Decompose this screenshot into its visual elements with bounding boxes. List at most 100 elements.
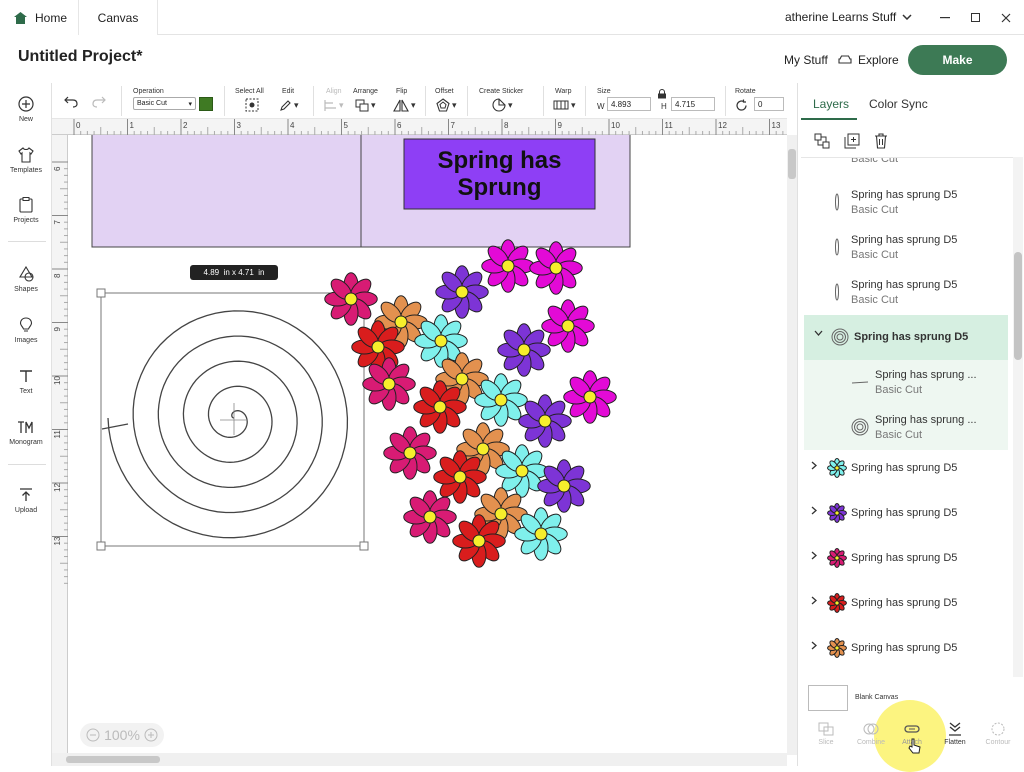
flower-shape[interactable]: [452, 514, 506, 568]
zoom-in-icon[interactable]: [144, 728, 158, 742]
selection-handle[interactable]: [359, 541, 369, 551]
close-icon[interactable]: [994, 8, 1018, 28]
chevron-right-icon[interactable]: [811, 551, 817, 560]
spiral-rose-shape[interactable]: [101, 310, 349, 539]
ruler-label: 8: [504, 121, 509, 130]
tab-layers[interactable]: Layers: [813, 97, 849, 111]
tab-color-sync[interactable]: Color Sync: [869, 97, 928, 111]
flower-shape[interactable]: [481, 239, 535, 293]
layer-group[interactable]: Spring has sprung D5: [801, 491, 1013, 536]
contour-label: Contour: [985, 739, 1011, 746]
scrollbar-thumb[interactable]: [1014, 252, 1022, 360]
select-all-icon[interactable]: [245, 98, 259, 112]
layers-scrollbar[interactable]: [1013, 157, 1023, 677]
arrange-icon[interactable]: ▾: [355, 98, 376, 112]
contour-button[interactable]: Contour: [978, 722, 1018, 746]
flower-shape[interactable]: [497, 323, 551, 377]
flower-shape[interactable]: [827, 503, 847, 523]
scrollbar-thumb[interactable]: [66, 756, 160, 763]
flower-shape[interactable]: [541, 299, 595, 353]
tab-canvas[interactable]: Canvas: [78, 0, 158, 35]
flower-shape[interactable]: [563, 370, 617, 424]
flip-icon[interactable]: ▾: [393, 98, 416, 112]
make-button[interactable]: Make: [908, 45, 1007, 75]
layer-item[interactable]: Spring has sprung D5 Basic Cut: [801, 270, 1013, 315]
tab-home[interactable]: Home: [0, 0, 78, 35]
minimize-icon[interactable]: [933, 8, 957, 28]
tool-templates[interactable]: Templates: [0, 146, 52, 174]
layer-item[interactable]: Spring has sprung ... Basic Cut: [804, 360, 1008, 405]
design-canvas[interactable]: Spring has Sprung 4.89 in x 4.71 in: [68, 135, 785, 753]
warp-icon[interactable]: ▾: [553, 98, 576, 112]
chevron-right-icon[interactable]: [811, 596, 817, 605]
my-stuff-link[interactable]: My Stuff: [784, 53, 828, 67]
duplicate-icon[interactable]: [843, 132, 861, 150]
flower-shape[interactable]: [383, 426, 437, 480]
layer-group[interactable]: Spring has sprung D5: [801, 581, 1013, 626]
rotate-input[interactable]: 0: [754, 97, 784, 111]
tool-images[interactable]: Images: [0, 316, 52, 344]
account-menu[interactable]: atherine Learns Stuff: [785, 10, 912, 24]
sign-text[interactable]: Spring has Sprung: [404, 139, 595, 209]
layer-group-selected[interactable]: Spring has sprung D5: [804, 315, 1008, 360]
layer-group[interactable]: Spring has sprung D5: [801, 446, 1013, 491]
sticker-icon[interactable]: ▾: [492, 98, 513, 112]
flower-shape[interactable]: [435, 265, 489, 319]
delete-icon[interactable]: [872, 132, 890, 150]
chevron-down-icon[interactable]: [814, 330, 823, 336]
flower-shape[interactable]: [362, 357, 416, 411]
redo-icon[interactable]: [92, 95, 106, 109]
layer-item[interactable]: Basic Cut: [801, 158, 1013, 176]
explore-link[interactable]: Explore: [838, 53, 899, 67]
tool-upload[interactable]: Upload: [0, 486, 52, 514]
operation-color-swatch[interactable]: [199, 97, 213, 111]
selection-box[interactable]: [100, 292, 365, 547]
blank-canvas-swatch[interactable]: [808, 685, 848, 711]
layer-item[interactable]: Spring has sprung D5 Basic Cut: [801, 180, 1013, 225]
combine-button[interactable]: Combine: [851, 722, 891, 746]
flower-shape[interactable]: [827, 638, 847, 658]
undo-icon[interactable]: [64, 95, 78, 109]
flower-shape[interactable]: [827, 593, 847, 613]
flower-shape[interactable]: [433, 450, 487, 504]
height-input[interactable]: 4.715: [671, 97, 715, 111]
tool-new[interactable]: New: [0, 95, 52, 123]
group-icon[interactable]: [813, 132, 831, 150]
canvas-vertical-scrollbar[interactable]: [787, 135, 797, 755]
flower-shape[interactable]: [324, 272, 378, 326]
layer-item[interactable]: Spring has sprung ... Basic Cut: [804, 405, 1008, 450]
flower-shape[interactable]: [403, 490, 457, 544]
chevron-right-icon[interactable]: [811, 506, 817, 515]
tool-projects[interactable]: Projects: [0, 196, 52, 224]
width-input[interactable]: 4.893: [607, 97, 651, 111]
tool-monogram[interactable]: Monogram: [0, 418, 52, 446]
flower-shape[interactable]: [827, 458, 847, 478]
flower-shape[interactable]: [518, 394, 572, 448]
flatten-button[interactable]: Flatten: [935, 722, 975, 746]
chevron-right-icon[interactable]: [811, 641, 817, 650]
slice-button[interactable]: Slice: [806, 722, 846, 746]
align-icon[interactable]: ▾: [324, 98, 344, 112]
operation-select[interactable]: Basic Cut ▾: [133, 97, 196, 110]
selection-handle[interactable]: [96, 541, 106, 551]
flower-shape[interactable]: [413, 380, 467, 434]
chevron-right-icon[interactable]: [811, 461, 817, 470]
edit-pencil-icon[interactable]: ▾: [279, 98, 299, 112]
tool-shapes[interactable]: Shapes: [0, 265, 52, 293]
zoom-out-icon[interactable]: [86, 728, 100, 742]
scrollbar-thumb[interactable]: [788, 149, 796, 179]
canvas-horizontal-scrollbar[interactable]: [52, 753, 787, 766]
flower-shape[interactable]: [529, 241, 583, 295]
selection-handle[interactable]: [96, 288, 106, 298]
layer-item[interactable]: Spring has sprung D5 Basic Cut: [801, 225, 1013, 270]
flower-shape[interactable]: [514, 507, 568, 561]
layer-group[interactable]: Spring has sprung D5: [801, 536, 1013, 581]
offset-icon[interactable]: ▾: [436, 98, 457, 112]
maximize-icon[interactable]: [964, 8, 988, 28]
flower-shape[interactable]: [537, 459, 591, 513]
spiral-icon: [830, 327, 850, 347]
layer-group[interactable]: Spring has sprung D5: [801, 626, 1013, 671]
project-title[interactable]: Untitled Project*: [18, 48, 142, 66]
flower-shape[interactable]: [827, 548, 847, 568]
tool-text[interactable]: Text: [0, 367, 52, 395]
